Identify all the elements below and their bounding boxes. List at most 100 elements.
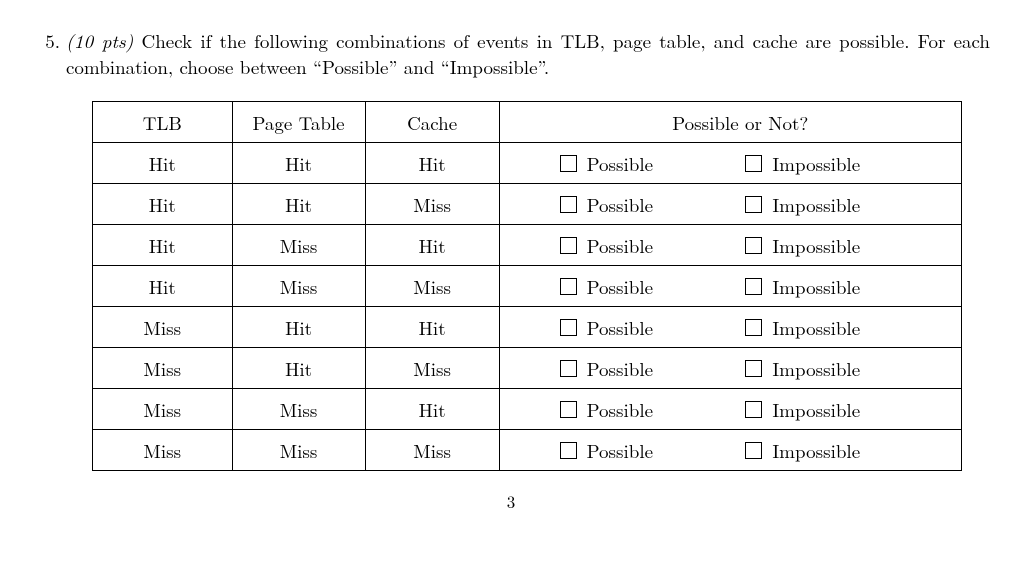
cell-tlb: Hit: [93, 184, 233, 225]
cell-cache: Miss: [365, 184, 499, 225]
answer-options: Possible Impossible: [540, 437, 941, 464]
table-row: HitMissHit Possible Impossible: [93, 225, 962, 266]
cell-tlb: Hit: [93, 143, 233, 184]
cell-answer: Possible Impossible: [499, 266, 961, 307]
cell-tlb: Miss: [93, 430, 233, 471]
checkbox-icon[interactable]: [745, 360, 762, 377]
option-label-possible: Possible: [587, 232, 653, 259]
header-cache: Cache: [365, 102, 499, 143]
cell-cache: Miss: [365, 266, 499, 307]
checkbox-icon[interactable]: [560, 319, 577, 336]
question-number: 5.: [32, 28, 60, 54]
cell-page-table: Miss: [232, 430, 365, 471]
option-label-possible: Possible: [587, 437, 653, 464]
cell-tlb: Miss: [93, 389, 233, 430]
option-possible[interactable]: Possible: [560, 437, 736, 464]
option-label-possible: Possible: [587, 314, 653, 341]
option-possible[interactable]: Possible: [560, 232, 736, 259]
option-label-impossible: Impossible: [772, 232, 860, 259]
header-answer: Possible or Not?: [499, 102, 961, 143]
checkbox-icon[interactable]: [560, 360, 577, 377]
question-body: Check if the following combinations of e…: [66, 27, 990, 80]
answer-options: Possible Impossible: [540, 232, 941, 259]
option-label-possible: Possible: [587, 396, 653, 423]
cell-cache: Hit: [365, 225, 499, 266]
option-impossible[interactable]: Impossible: [745, 437, 921, 464]
table-row: MissMissHitPossibleImpossible: [93, 389, 962, 430]
page-number: 3: [32, 489, 990, 513]
checkbox-icon[interactable]: [745, 196, 762, 213]
option-impossible[interactable]: Impossible: [745, 314, 921, 341]
cell-answer: Possible Impossible: [499, 430, 961, 471]
option-label-possible: Possible: [587, 355, 653, 382]
checkbox-icon[interactable]: [745, 319, 762, 336]
table-row: MissMissMissPossibleImpossible: [93, 430, 962, 471]
cell-cache: Miss: [365, 430, 499, 471]
option-label-impossible: Impossible: [772, 355, 860, 382]
table-row: MissHitHitPossibleImpossible: [93, 307, 962, 348]
table-header-row: TLB Page Table Cache Possible or Not?: [93, 102, 962, 143]
checkbox-icon[interactable]: [745, 237, 762, 254]
cell-cache: Hit: [365, 389, 499, 430]
answer-options: Possible Impossible: [540, 355, 941, 382]
cell-answer: Possible Impossible: [499, 184, 961, 225]
option-label-impossible: Impossible: [772, 437, 860, 464]
header-tlb: TLB: [93, 102, 233, 143]
header-page-table: Page Table: [232, 102, 365, 143]
cell-page-table: Hit: [232, 184, 365, 225]
option-impossible[interactable]: Impossible: [745, 232, 921, 259]
cell-page-table: Miss: [232, 225, 365, 266]
cell-answer: Possible Impossible: [499, 225, 961, 266]
option-label-impossible: Impossible: [772, 314, 860, 341]
cell-cache: Hit: [365, 307, 499, 348]
table-row: MissHitMiss Possible Impossible: [93, 348, 962, 389]
option-possible[interactable]: Possible: [560, 314, 736, 341]
cell-answer: Possible Impossible: [499, 389, 961, 430]
cell-tlb: Miss: [93, 307, 233, 348]
option-impossible[interactable]: Impossible: [745, 150, 921, 177]
option-possible[interactable]: Possible: [560, 355, 736, 382]
answer-options: Possible Impossible: [540, 150, 941, 177]
option-label-impossible: Impossible: [772, 191, 860, 218]
cell-page-table: Hit: [232, 143, 365, 184]
table-body: HitHitHitPossibleImpossibleHitHitMissPos…: [93, 143, 962, 471]
cell-cache: Hit: [365, 143, 499, 184]
option-possible[interactable]: Possible: [560, 191, 736, 218]
cell-cache: Miss: [365, 348, 499, 389]
checkbox-icon[interactable]: [560, 196, 577, 213]
option-label-impossible: Impossible: [772, 273, 860, 300]
option-impossible[interactable]: Impossible: [745, 355, 921, 382]
option-label-possible: Possible: [587, 150, 653, 177]
option-label-possible: Possible: [587, 273, 653, 300]
option-impossible[interactable]: Impossible: [745, 273, 921, 300]
question-block: 5. (10 pts) Check if the following combi…: [32, 28, 990, 79]
combinations-table: TLB Page Table Cache Possible or Not? Hi…: [92, 101, 962, 471]
checkbox-icon[interactable]: [560, 401, 577, 418]
cell-tlb: Hit: [93, 266, 233, 307]
cell-page-table: Hit: [232, 307, 365, 348]
option-impossible[interactable]: Impossible: [745, 191, 921, 218]
table-row: HitMissMissPossibleImpossible: [93, 266, 962, 307]
cell-page-table: Hit: [232, 348, 365, 389]
option-possible[interactable]: Possible: [560, 396, 736, 423]
option-possible[interactable]: Possible: [560, 150, 736, 177]
option-label-impossible: Impossible: [772, 396, 860, 423]
option-impossible[interactable]: Impossible: [745, 396, 921, 423]
table-row: HitHitMissPossibleImpossible: [93, 184, 962, 225]
checkbox-icon[interactable]: [560, 278, 577, 295]
cell-tlb: Miss: [93, 348, 233, 389]
answer-options: Possible Impossible: [540, 396, 941, 423]
option-possible[interactable]: Possible: [560, 273, 736, 300]
checkbox-icon[interactable]: [745, 401, 762, 418]
checkbox-icon[interactable]: [560, 442, 577, 459]
answer-options: Possible Impossible: [540, 314, 941, 341]
cell-tlb: Hit: [93, 225, 233, 266]
cell-answer: Possible Impossible: [499, 348, 961, 389]
checkbox-icon[interactable]: [745, 442, 762, 459]
checkbox-icon[interactable]: [745, 155, 762, 172]
checkbox-icon[interactable]: [745, 278, 762, 295]
option-label-impossible: Impossible: [772, 150, 860, 177]
checkbox-icon[interactable]: [560, 155, 577, 172]
cell-answer: Possible Impossible: [499, 307, 961, 348]
checkbox-icon[interactable]: [560, 237, 577, 254]
